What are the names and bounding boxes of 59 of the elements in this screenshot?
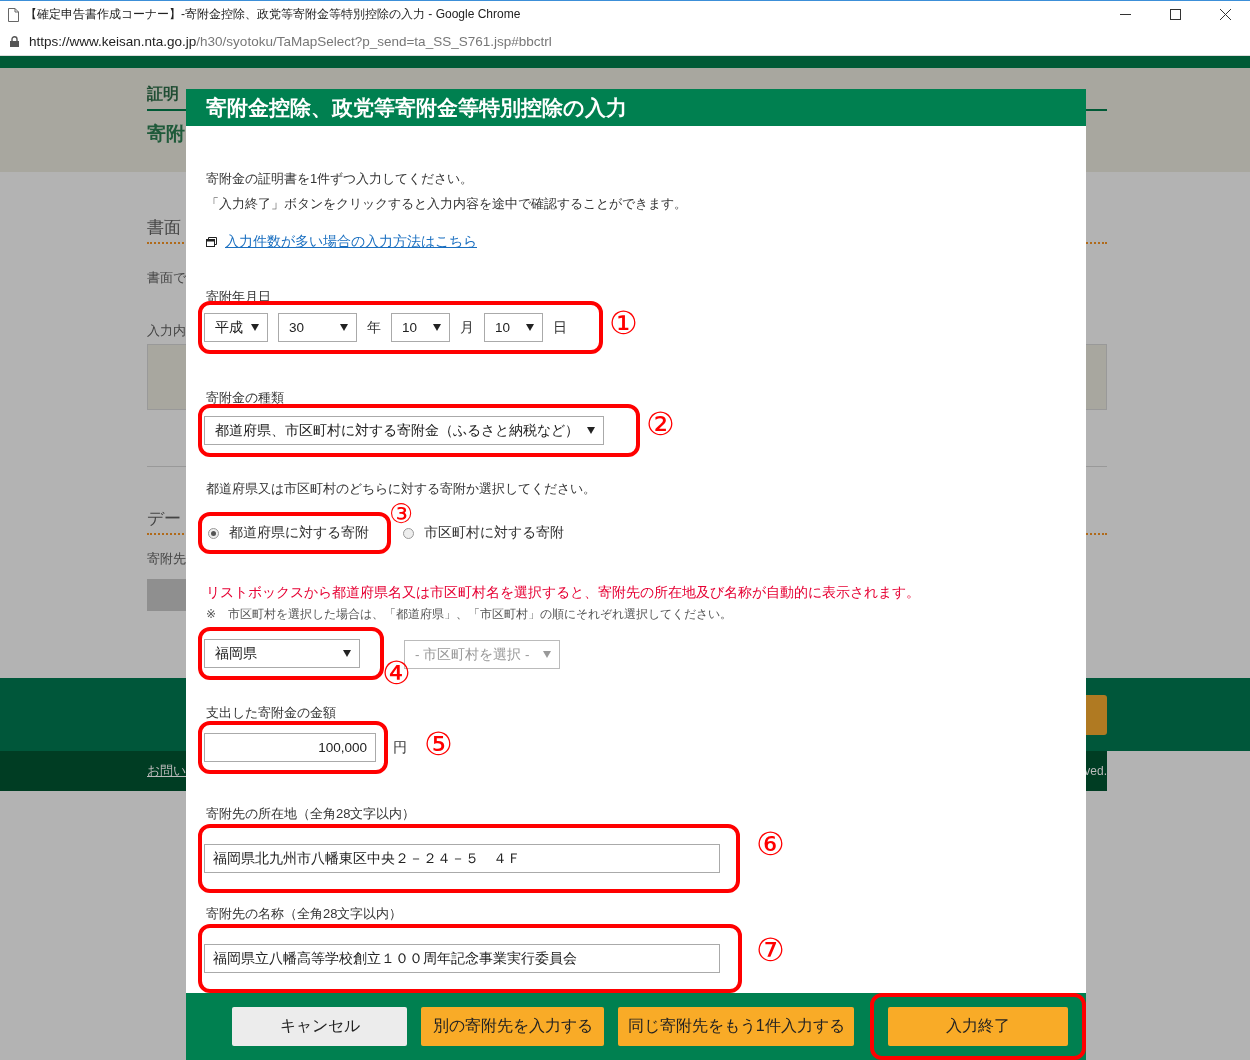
donation-type-select[interactable]: 都道府県、市区町村に対する寄附金（ふるさと納税など） (204, 416, 604, 445)
field-label: 寄附先の所在地（全角28文字以内） (206, 806, 417, 822)
minimize-icon[interactable] (1119, 14, 1131, 15)
day-select[interactable]: 10 (484, 313, 543, 342)
new-window-icon (206, 237, 217, 247)
caret-icon (340, 324, 348, 331)
section-heading: 書面 (147, 217, 181, 239)
notice-text: リストボックスから都道府県名又は市区町村名を選択すると、寄附先の所在地及び名称が自動的に表示されます。 (206, 584, 921, 602)
page-title: 寄附 (147, 122, 185, 146)
caret-icon (526, 324, 534, 331)
field-label: 支出した寄附金の金額 (206, 705, 337, 721)
era-select[interactable]: 平成 (204, 313, 268, 342)
note-text: ※ 市区町村を選択した場合は、「都道府県」、「市区町村」の順にそれぞれ選択してください。 (206, 606, 734, 623)
month-select[interactable]: 10 (391, 313, 450, 342)
annotation-number: ⑦ (756, 934, 785, 966)
address-field[interactable]: 福岡県北九州市八幡東区中央２－２４－５ ４Ｆ (204, 844, 720, 873)
caret-icon (343, 650, 351, 657)
name-field[interactable]: 福岡県立八幡高等学校創立１００周年記念事業実行委員会 (204, 944, 720, 973)
section-heading: デー (147, 508, 181, 530)
section-label: 寄附先 (147, 551, 186, 568)
section-label: 入力内 (147, 323, 186, 340)
annotation-number: ② (646, 408, 675, 440)
prefecture-select[interactable]: 福岡県 (204, 639, 360, 668)
close-icon[interactable] (1219, 9, 1231, 20)
radio-button[interactable] (403, 527, 414, 539)
unit-label: 年 (367, 318, 381, 337)
footer-link[interactable]: お問い (147, 762, 186, 780)
year-select[interactable]: 30 (278, 313, 357, 342)
breadcrumb-text: 証明 (147, 84, 179, 104)
action-button[interactable]: 同じ寄附先をもう1件入力する (618, 1007, 854, 1046)
help-link[interactable]: 入力件数が多い場合の入力方法はこちら (225, 233, 477, 251)
unit-label: 月 (460, 318, 474, 337)
caret-icon (433, 324, 441, 331)
section-text: 書面で (147, 270, 186, 287)
dialog-title: 寄附金控除、政党等寄附金等特別控除の入力 (206, 94, 627, 121)
annotation-number: ① (609, 307, 638, 339)
unit-label: 円 (393, 738, 407, 757)
url-text[interactable]: https://www.keisan.nta.go.jp/h30/syotoku/TaMapSelect?p_send=ta_SS_S761.jsp#bbctrl (29, 34, 552, 49)
action-button[interactable]: 入力終了 (888, 1007, 1068, 1046)
caret-icon (543, 651, 551, 658)
window-title: 【確定申告書作成コーナー】-寄附金控除、政党等寄附金等特別控除の入力 - Google Chrome (25, 6, 521, 23)
radio-button[interactable] (208, 527, 219, 539)
annotation-number: ⑤ (424, 727, 453, 760)
caret-icon (587, 427, 595, 434)
field-label: 寄附金の種類 (206, 390, 285, 406)
action-button[interactable]: キャンセル (232, 1007, 408, 1046)
unit-label: 日 (553, 318, 567, 337)
amount-field[interactable]: 100,000 (204, 733, 376, 762)
page-icon (8, 7, 19, 22)
question-text: 都道府県又は市区町村のどちらに対する寄附か選択してください。 (206, 480, 596, 498)
intro-text: 寄附金の証明書を1件ずつ入力してください。 (206, 170, 475, 188)
caret-icon (251, 324, 259, 331)
maximize-icon[interactable] (1169, 9, 1181, 20)
field-label: 寄附先の名称（全角28文字以内） (206, 906, 404, 922)
lock-icon (10, 36, 19, 47)
action-button[interactable]: 別の寄附先を入力する (421, 1007, 605, 1046)
intro-text: 「入力終了」ボタンをクリックすると入力内容を途中で確認することができます。 (206, 195, 688, 213)
annotation-number: ⑥ (756, 828, 785, 860)
radio-option[interactable]: 都道府県に対する寄附 (208, 524, 369, 542)
